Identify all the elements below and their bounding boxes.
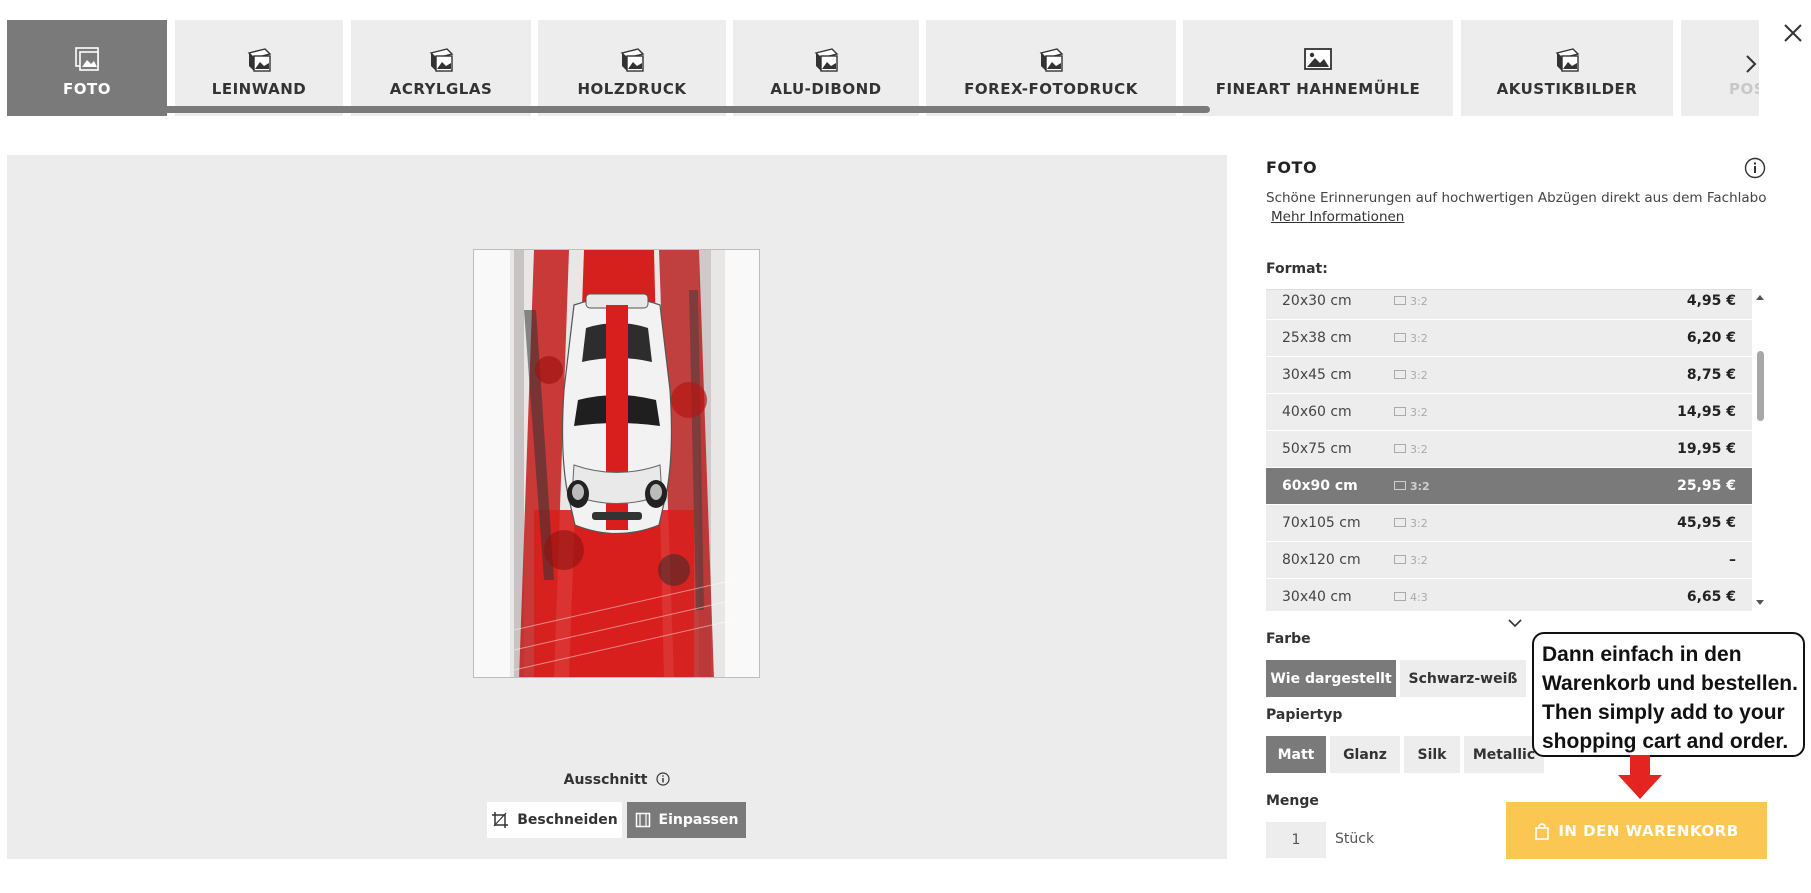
callout-line: Then simply add to your [1542,701,1785,724]
format-price: 8,75 € [1686,367,1736,383]
format-ratio: 3:2 [1394,332,1428,345]
tab-label: FOREX-FOTODRUCK [964,80,1138,98]
format-row[interactable]: 25x38 cm 3:2 6,20 € [1266,320,1752,357]
info-icon[interactable] [656,772,670,786]
format-ratio: 3:2 [1394,443,1428,456]
car-artwork-image [474,250,759,677]
acrylic-glass-icon [429,48,454,72]
format-price: 4,95 € [1686,293,1736,309]
paper-label: Papiertyp [1266,707,1343,723]
paper-option-glanz[interactable]: Glanz [1330,736,1400,773]
format-list: 20x30 cm 3:2 4,95 € 25x38 cm 3:2 6,20 € 30x45 … [1266,289,1752,611]
format-size: 80x120 cm [1282,552,1361,568]
shopping-bag-icon [1535,822,1550,840]
format-ratio: 3:2 [1394,406,1428,419]
quantity-label: Menge [1266,793,1319,809]
fit-frame-icon [635,812,650,828]
format-price: 6,65 € [1686,589,1736,605]
tab-label: ALU-DIBOND [770,80,882,98]
format-row[interactable]: 60x90 cm 3:2 25,95 € [1266,468,1752,505]
info-icon[interactable] [1744,157,1766,179]
format-size: 70x105 cm [1282,515,1361,531]
tab-holzdruck[interactable]: HOLZDRUCK [538,20,726,116]
format-price: 14,95 € [1677,404,1736,420]
format-size: 30x45 cm [1282,367,1352,383]
format-ratio: 3:2 [1394,554,1428,567]
tabs-scrollbar[interactable] [7,106,1210,113]
format-ratio: 4:3 [1394,591,1428,604]
format-row[interactable]: 70x105 cm 3:2 45,95 € [1266,505,1752,542]
quantity-unit: Stück [1335,831,1375,847]
format-price: 6,20 € [1686,330,1736,346]
format-ratio: 3:2 [1394,369,1428,382]
tab-foto[interactable]: FOTO [7,20,167,116]
tab-label: ACRYLGLAS [389,80,493,98]
format-price: 25,95 € [1677,478,1736,494]
format-size: 25x38 cm [1282,330,1352,346]
format-ratio: 3:2 [1394,295,1428,308]
tab-alu-dibond[interactable]: ALU-DIBOND [733,20,919,116]
chevron-down-icon[interactable] [1506,617,1524,629]
format-size: 20x30 cm [1282,293,1352,309]
format-label: Format: [1266,261,1328,277]
product-config-panel: FOTO Schöne Erinnerungen auf hochwertige… [1266,0,1771,893]
tab-label: LEINWAND [211,80,307,98]
tab-acrylglas[interactable]: ACRYLGLAS [351,20,531,116]
color-option-bw[interactable]: Schwarz-weiß [1400,660,1526,697]
format-row[interactable]: 80x120 cm 3:2 – [1266,542,1752,579]
close-icon[interactable] [1780,20,1806,46]
format-price: 45,95 € [1677,515,1736,531]
crop-button-label: Beschneiden [517,812,618,828]
format-row[interactable]: 40x60 cm 3:2 14,95 € [1266,394,1752,431]
callout-line: Dann einfach in den [1542,643,1742,666]
crop-button[interactable]: Beschneiden [487,802,622,838]
crop-section-text: Ausschnitt [563,772,648,788]
product-description: Schöne Erinnerungen auf hochwertigen Abz… [1266,190,1766,206]
red-arrow-down-icon [1618,755,1662,799]
photo-preview [473,249,760,678]
format-size: 50x75 cm [1282,441,1352,457]
scrollbar-thumb[interactable] [1757,351,1764,421]
more-info-link[interactable]: Mehr Informationen [1271,209,1404,225]
format-size: 60x90 cm [1282,478,1358,494]
image-preview-area: Ausschnitt Beschneiden Einpassen [7,155,1227,859]
quantity-input[interactable] [1266,822,1326,858]
format-row[interactable]: 30x45 cm 3:2 8,75 € [1266,357,1752,394]
tab-leinwand[interactable]: LEINWAND [175,20,343,116]
crop-icon [492,812,509,828]
format-ratio: 3:2 [1394,480,1430,493]
color-option-as-shown[interactable]: Wie dargestellt [1266,660,1396,697]
scroll-up-icon[interactable] [1754,292,1766,302]
instruction-callout: Dann einfach in den Warenkorb und bestel… [1532,632,1805,757]
callout-line: Warenkorb und bestellen. [1542,672,1798,695]
format-price: 19,95 € [1677,441,1736,457]
canvas-icon [247,48,272,72]
format-ratio: 3:2 [1394,517,1428,530]
callout-line: shopping cart and order. [1542,730,1789,753]
alu-dibond-icon [814,48,839,72]
paper-option-silk[interactable]: Silk [1404,736,1460,773]
scroll-down-icon[interactable] [1754,598,1766,608]
color-label: Farbe [1266,631,1311,647]
tab-forex-fotodruck[interactable]: FOREX-FOTODRUCK [926,20,1176,116]
tab-label: HOLZDRUCK [577,80,687,98]
add-to-cart-button[interactable]: IN DEN WARENKORB [1506,802,1767,859]
format-row[interactable]: 30x40 cm 4:3 6,65 € [1266,579,1752,611]
fit-button-label: Einpassen [658,812,739,828]
photo-stack-icon [75,47,99,71]
format-size: 30x40 cm [1282,589,1352,605]
format-price: – [1729,552,1736,568]
product-title: FOTO [1266,158,1318,177]
forex-print-icon [1039,48,1064,72]
add-to-cart-label: IN DEN WARENKORB [1558,821,1739,840]
wood-print-icon [620,48,645,72]
tab-label: FOTO [63,80,111,98]
format-row[interactable]: 20x30 cm 3:2 4,95 € [1266,290,1752,320]
format-size: 40x60 cm [1282,404,1352,420]
paper-option-matt[interactable]: Matt [1266,736,1326,773]
format-row[interactable]: 50x75 cm 3:2 19,95 € [1266,431,1752,468]
format-list-scrollbar[interactable] [1754,289,1766,611]
crop-section-label: Ausschnitt [7,772,1227,788]
fit-button[interactable]: Einpassen [627,802,746,838]
